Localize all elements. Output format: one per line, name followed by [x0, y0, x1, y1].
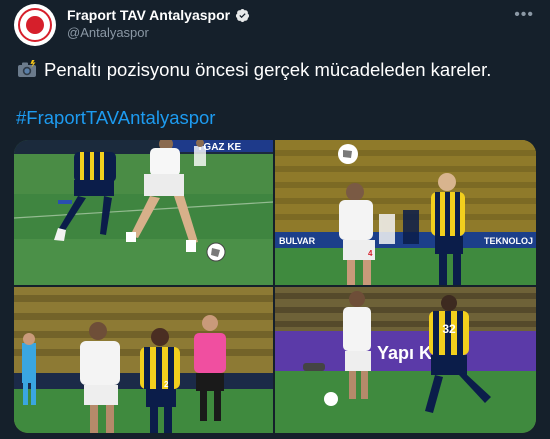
photo-4-player-number: 32 [442, 322, 456, 336]
photo-4[interactable]: Yapı Kredi 32 [275, 287, 536, 433]
photo-2-player-number: 4 [368, 249, 373, 258]
author-name-row: Fraport TAV Antalyaspor [67, 7, 250, 23]
author-display-name[interactable]: Fraport TAV Antalyaspor [67, 7, 230, 23]
photo-3-player-number: 2 [164, 380, 169, 389]
photo-2-board-text-right: TEKNOLOJ [484, 236, 533, 246]
photo-1[interactable]: YGAZ KE [14, 140, 273, 285]
avatar-logo-core [26, 16, 44, 34]
avatar[interactable] [14, 4, 56, 46]
hashtag-link[interactable]: #FraportTAVAntalyaspor [16, 107, 215, 129]
tweet-text: Penaltı pozisyonu öncesi gerçek mücadele… [16, 59, 491, 81]
camera-flash-icon [18, 60, 36, 77]
more-options-icon[interactable]: ••• [514, 6, 534, 24]
tweet-card[interactable]: Fraport TAV Antalyaspor @Antalyaspor •••… [0, 0, 550, 439]
photo-3[interactable]: 2 [14, 287, 273, 433]
avatar-logo [18, 8, 52, 42]
photo-2[interactable]: BULVAR TEKNOLOJ 4 [275, 140, 536, 285]
verified-badge-icon [236, 8, 250, 22]
tweet-text-content: Penaltı pozisyonu öncesi gerçek mücadele… [44, 59, 492, 80]
photo-2-board-text-left: BULVAR [279, 236, 316, 246]
media-grid: YGAZ KE BULVAR TEKNOLOJ 4 2 Yapı Kredi 3… [14, 140, 536, 433]
author-handle[interactable]: @Antalyaspor [67, 25, 149, 40]
